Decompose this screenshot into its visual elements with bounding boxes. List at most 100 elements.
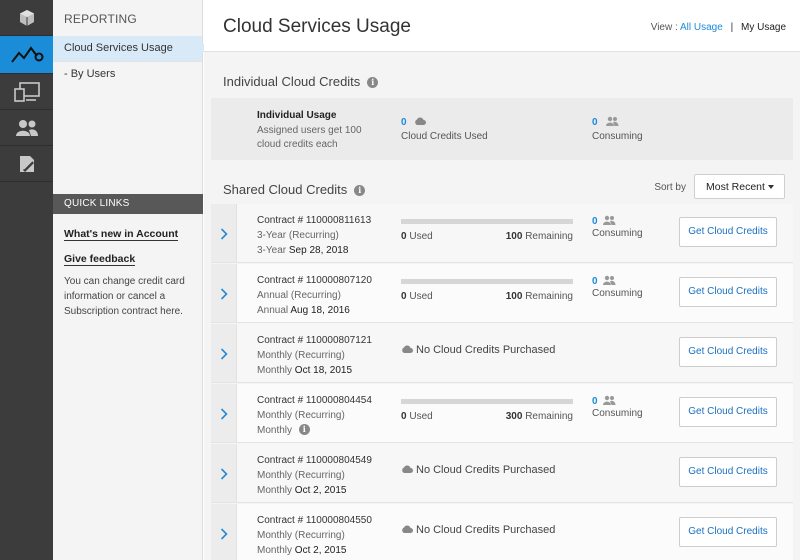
remaining-label: Remaining (525, 291, 573, 302)
individual-usage-panel: Individual Usage Assigned users get 100 … (211, 98, 793, 160)
consuming-label: Consuming (592, 131, 643, 142)
renewal-date: Aug 18, 2016 (290, 305, 350, 316)
devices-icon[interactable] (0, 74, 53, 110)
whats-new-link[interactable]: What's new in Account (64, 228, 179, 241)
renewal-date: Oct 2, 2015 (294, 485, 347, 496)
renewal-date: Oct 2, 2015 (294, 545, 347, 556)
shared-title-text: Shared Cloud Credits (223, 182, 348, 197)
info-icon[interactable]: i (367, 77, 379, 88)
sort-by-label: Sort by (654, 182, 686, 193)
contract-term: Monthly (Recurring) (257, 470, 345, 481)
cloud-icon (402, 345, 413, 353)
individual-section-title: Individual Cloud Credits i (223, 74, 379, 89)
expand-row-button[interactable] (211, 264, 237, 322)
credit-progress-bar (401, 219, 573, 224)
contract-number: Contract # 110000811613 (257, 215, 372, 226)
consuming-value: 0 (592, 396, 598, 407)
consuming-label: Consuming (592, 408, 643, 419)
consuming-label: Consuming (592, 228, 643, 239)
cloud-icon (414, 117, 426, 125)
used-value: 0 (401, 291, 407, 302)
expand-row-button[interactable] (211, 384, 237, 442)
contract-term: Monthly (Recurring) (257, 530, 345, 541)
chevron-right-icon (220, 288, 228, 300)
used-value: 0 (401, 231, 407, 242)
credits-used-label: Cloud Credits Used (401, 131, 488, 142)
users-icon (602, 395, 616, 405)
contract-number: Contract # 110000807120 (257, 275, 372, 286)
credit-progress-bar (401, 279, 573, 284)
nav-heading: REPORTING (64, 12, 137, 26)
nav-item-by-users[interactable]: - By Users (53, 61, 202, 86)
contract-term: Monthly (Recurring) (257, 350, 345, 361)
info-icon[interactable]: i (298, 424, 310, 435)
icon-rail (0, 0, 53, 560)
individual-usage-label: Individual Usage (257, 110, 337, 121)
renewal-date: Sep 28, 2018 (288, 245, 349, 256)
expand-row-button[interactable] (211, 504, 237, 560)
contract-number: Contract # 110000804549 (257, 455, 372, 466)
chevron-down-icon (768, 185, 774, 189)
contract-row: Contract # 110000804549 Monthly (Recurri… (211, 444, 793, 503)
chevron-right-icon (220, 408, 228, 420)
users-icon (602, 275, 616, 285)
get-cloud-credits-button[interactable]: Get Cloud Credits (679, 277, 777, 307)
nav-item-cloud-services-usage[interactable]: Cloud Services Usage (53, 36, 208, 61)
view-all-usage-link[interactable]: All Usage (680, 22, 723, 33)
activity-icon[interactable] (0, 36, 53, 74)
credits-used-value: 0 (401, 117, 407, 128)
main-content: Cloud Services Usage View : All Usage | … (204, 0, 800, 560)
cloud-icon (402, 465, 413, 473)
view-my-usage[interactable]: My Usage (741, 22, 786, 33)
contract-number: Contract # 110000804550 (257, 515, 372, 526)
sort-select-value: Most Recent (706, 181, 765, 193)
sort-select[interactable]: Most Recent (694, 174, 785, 199)
get-cloud-credits-button[interactable]: Get Cloud Credits (679, 457, 777, 487)
get-cloud-credits-button[interactable]: Get Cloud Credits (679, 337, 777, 367)
consuming-value: 0 (592, 117, 598, 128)
used-label: Used (409, 411, 433, 422)
renewal-prefix: Monthly (257, 545, 293, 556)
page-title: Cloud Services Usage (223, 16, 411, 37)
quick-links-heading: QUICK LINKS (53, 194, 203, 214)
reporting-nav: REPORTING Cloud Services Usage - By User… (53, 0, 208, 560)
individual-usage-description: Assigned users get 100 cloud credits eac… (257, 125, 362, 150)
consuming-label: Consuming (592, 288, 643, 299)
remaining-value: 100 (505, 291, 523, 302)
expand-row-button[interactable] (211, 444, 237, 502)
users-icon (605, 116, 619, 126)
contract-term: Annual (Recurring) (257, 290, 341, 301)
chevron-right-icon (220, 528, 228, 540)
chevron-right-icon (220, 228, 228, 240)
give-feedback-link[interactable]: Give feedback (64, 253, 136, 266)
consuming-value: 0 (592, 216, 598, 227)
expand-row-button[interactable] (211, 204, 237, 262)
remaining-label: Remaining (525, 231, 573, 242)
get-cloud-credits-button[interactable]: Get Cloud Credits (679, 397, 777, 427)
cloud-icon (402, 525, 413, 533)
shared-section-title: Shared Cloud Credits i (223, 182, 366, 197)
view-selector: View : All Usage | My Usage (651, 22, 786, 33)
no-credits-message: No Cloud Credits Purchased (416, 524, 556, 536)
get-cloud-credits-button[interactable]: Get Cloud Credits (679, 517, 777, 547)
consuming-value: 0 (592, 276, 598, 287)
page-header: Cloud Services Usage View : All Usage | … (204, 0, 800, 52)
users-icon[interactable] (0, 110, 53, 146)
individual-title-text: Individual Cloud Credits (223, 74, 361, 89)
no-credits-message: No Cloud Credits Purchased (416, 464, 556, 476)
contract-row: Contract # 110000804550 Monthly (Recurri… (211, 504, 793, 560)
document-edit-icon[interactable] (0, 146, 53, 182)
used-label: Used (409, 231, 433, 242)
box-icon[interactable] (0, 0, 53, 36)
info-icon[interactable]: i (354, 185, 366, 196)
renewal-prefix: Monthly (257, 365, 293, 376)
view-label: View : (650, 22, 678, 33)
quick-links-text: You can change credit card information o… (64, 276, 185, 317)
expand-row-button[interactable] (211, 324, 237, 382)
remaining-label: Remaining (525, 411, 573, 422)
renewal-prefix: Annual (257, 305, 289, 316)
used-label: Used (409, 291, 433, 302)
renewal-date: Oct 18, 2015 (294, 365, 353, 376)
get-cloud-credits-button[interactable]: Get Cloud Credits (679, 217, 777, 247)
users-icon (602, 215, 616, 225)
